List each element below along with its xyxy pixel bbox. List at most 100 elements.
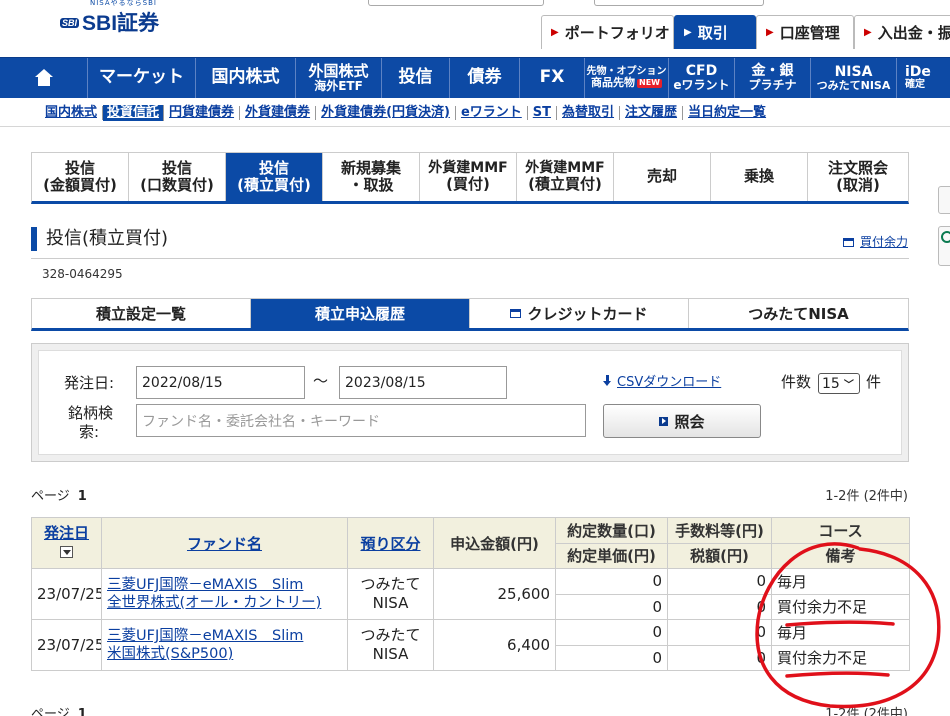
nav-gold-silver[interactable]: 金・銀 プラチナ — [735, 58, 811, 98]
col-account-type[interactable]: 預り区分 — [347, 517, 434, 569]
chevron-down-icon: ﹀ — [843, 380, 854, 391]
header-search-box-2[interactable] — [594, 0, 764, 6]
tab-foreign-mmf-buy[interactable]: 外貨建MMF (買付) — [420, 153, 517, 201]
fund-name-link[interactable]: 三菱UFJ国際－eMAXIS Slim 全世界株式(オール・カントリー) — [101, 568, 348, 620]
table-row: 23/07/25 三菱UFJ国際－eMAXIS Slim 全世界株式(オール・カン… — [31, 568, 910, 620]
account-type-cell: つみたて NISA — [347, 568, 434, 620]
arrow-right-icon: ▶ — [551, 27, 559, 38]
new-window-icon — [510, 309, 522, 318]
buying-power-link[interactable]: 買付余力 — [842, 233, 908, 250]
page-indicator-bottom: ページ 1 — [31, 707, 87, 716]
fund-name-link[interactable]: 三菱UFJ国際－eMAXIS Slim 米国株式(S&P500) — [101, 619, 348, 671]
tab-accumulation-history[interactable]: 積立申込履歴 — [251, 299, 470, 328]
date-range-separator: 〜 — [313, 372, 329, 390]
col-tax: 税額(円) — [667, 542, 772, 569]
tab-foreign-mmf-accumulation[interactable]: 外貨建MMF (積立買付) — [517, 153, 614, 201]
subnav-yen-bonds[interactable]: 円貨建債券 — [164, 105, 241, 120]
tab-portfolio[interactable]: ▶ ポートフォリオ — [541, 15, 674, 49]
play-icon — [659, 416, 669, 426]
course-cell: 毎月 — [771, 568, 910, 595]
col-fee: 手数料等(円) — [667, 517, 772, 544]
subnav-foreign-bonds[interactable]: 外貨建債券 — [240, 105, 317, 120]
date-to-input[interactable]: 2023/08/15 — [339, 366, 507, 399]
nav-domestic-stocks[interactable]: 国内株式 — [196, 58, 296, 98]
tab-sell[interactable]: 売却 — [614, 153, 711, 201]
table-header-row-1: 発注日 ファンド名 預り区分 申込金額(円) 約定数量(口) 手数料等(円) コ… — [31, 517, 910, 569]
main-nav: マーケット 国内株式 外国株式 海外ETF 投信 債券 FX 先物・オプション 商品… — [0, 57, 950, 98]
course-cell: 毎月 — [771, 619, 910, 646]
subnav-order-history[interactable]: 注文履歴 — [620, 105, 684, 120]
tab-trust-amount-buy[interactable]: 投信 (金額買付) — [32, 153, 129, 201]
tab-deposit-withdraw[interactable]: ▶ 入出金・振 — [854, 15, 950, 49]
results-table: 発注日 ファンド名 預り区分 申込金額(円) 約定数量(口) 手数料等(円) コ… — [31, 517, 910, 671]
subnav-domestic-stocks[interactable]: 国内株式 — [40, 105, 104, 120]
tab-switch[interactable]: 乗換 — [711, 153, 808, 201]
col-course: コース — [771, 517, 910, 544]
function-tabs: 投信 (金額買付) 投信 (口数買付) 投信 (積立買付) 新規募集 ・取扱 外貨建MM… — [31, 152, 909, 204]
side-help-widget[interactable] — [938, 226, 950, 266]
nav-home[interactable] — [0, 58, 88, 98]
nav-bonds[interactable]: 債券 — [450, 58, 520, 98]
subnav-ewarrant[interactable]: eワラント — [456, 105, 528, 120]
col-fund-name[interactable]: ファンド名 — [101, 517, 348, 569]
nav-futures-options[interactable]: 先物・オプション 商品先物 NEW — [585, 58, 669, 98]
sbi-logo[interactable]: NISAやるならSBI SBI SBI証券 — [60, 0, 190, 35]
logo-text: SBI証券 — [82, 12, 160, 35]
count-select[interactable]: 15 ﹀ — [818, 373, 860, 394]
accumulation-sub-tabs: 積立設定一覧 積立申込履歴 クレジットカード つみたてNISA — [31, 298, 909, 331]
amount-cell: 25,600 — [433, 568, 556, 620]
count-unit: 件 — [866, 373, 882, 391]
tab-order-inquiry[interactable]: 注文照会 (取消) — [808, 153, 908, 201]
tab-trust-unit-buy[interactable]: 投信 (口数買付) — [129, 153, 226, 201]
tab-credit-card[interactable]: クレジットカード — [470, 299, 689, 328]
sort-icon[interactable] — [60, 546, 73, 558]
page-indicator: ページ 1 — [31, 489, 87, 504]
nav-foreign-stocks[interactable]: 外国株式 海外ETF — [296, 58, 382, 98]
table-row: 23/07/25 三菱UFJ国際－eMAXIS Slim 米国株式(S&P500)… — [31, 619, 910, 671]
count-label: 件数 — [781, 373, 812, 391]
title-divider — [31, 258, 909, 259]
keyword-label-line1: 銘柄検 — [68, 404, 114, 422]
remark-cell: 買付余力不足 — [771, 644, 910, 671]
nav-cfd[interactable]: CFD eワラント — [669, 58, 735, 98]
subnav-fx-trading[interactable]: 為替取引 — [557, 105, 621, 120]
price-cell: 0 — [555, 593, 668, 620]
nav-nisa[interactable]: NISA つみたてNISA — [811, 58, 897, 98]
subnav-todays-executions[interactable]: 当日約定一覧 — [683, 105, 771, 120]
tab-trade[interactable]: ▶ 取引 — [674, 15, 756, 49]
order-date-label: 発注日: — [64, 374, 115, 392]
nav-fx[interactable]: FX — [520, 58, 585, 98]
date-from-input[interactable]: 2022/08/15 — [136, 366, 305, 399]
result-count: 1-2件 (2件中) — [825, 489, 908, 504]
amount-cell: 6,400 — [433, 619, 556, 671]
qty-cell: 0 — [555, 568, 668, 595]
arrow-right-icon: ▶ — [766, 27, 774, 38]
logo-badge: SBI — [60, 18, 80, 28]
nav-market[interactable]: マーケット — [88, 58, 196, 98]
red-underline-2 — [785, 671, 890, 678]
subnav-foreign-bonds-yen[interactable]: 外貨建債券(円貨決済) — [316, 105, 456, 120]
search-panel — [31, 343, 909, 462]
header-search-box[interactable] — [368, 0, 544, 6]
tax-cell: 0 — [667, 644, 772, 671]
new-window-icon — [842, 238, 854, 247]
nav-investment-trusts[interactable]: 投信 — [382, 58, 450, 98]
tab-tsumitate-nisa[interactable]: つみたてNISA — [689, 299, 908, 328]
remark-cell: 買付余力不足 — [771, 593, 910, 620]
subnav-st[interactable]: ST — [528, 105, 558, 120]
order-date-cell: 23/07/25 — [31, 619, 102, 671]
order-date-cell: 23/07/25 — [31, 568, 102, 620]
col-order-date[interactable]: 発注日 — [31, 517, 102, 569]
query-button[interactable]: 照会 — [603, 404, 761, 438]
tab-accumulation-settings[interactable]: 積立設定一覧 — [32, 299, 251, 328]
tab-account-management[interactable]: ▶ 口座管理 — [756, 15, 854, 49]
nav-ideco[interactable]: iDe 確定 — [897, 58, 950, 98]
sub-nav: 国内株式 投資信託 円貨建債券 外貨建債券 外貨建債券(円貨決済) eワラント … — [0, 99, 950, 127]
keyword-search-input[interactable]: ファンド名・委託会社名・キーワード — [136, 404, 586, 437]
side-widget[interactable] — [938, 186, 950, 214]
tab-new-offering[interactable]: 新規募集 ・取扱 — [323, 153, 420, 201]
subnav-investment-trusts[interactable]: 投資信託 — [103, 104, 165, 121]
page-title: 投信(積立買付) — [31, 227, 168, 251]
tab-trust-accumulation-buy[interactable]: 投信 (積立買付) — [226, 153, 323, 201]
csv-download-link[interactable]: CSVダウンロード — [603, 371, 721, 390]
